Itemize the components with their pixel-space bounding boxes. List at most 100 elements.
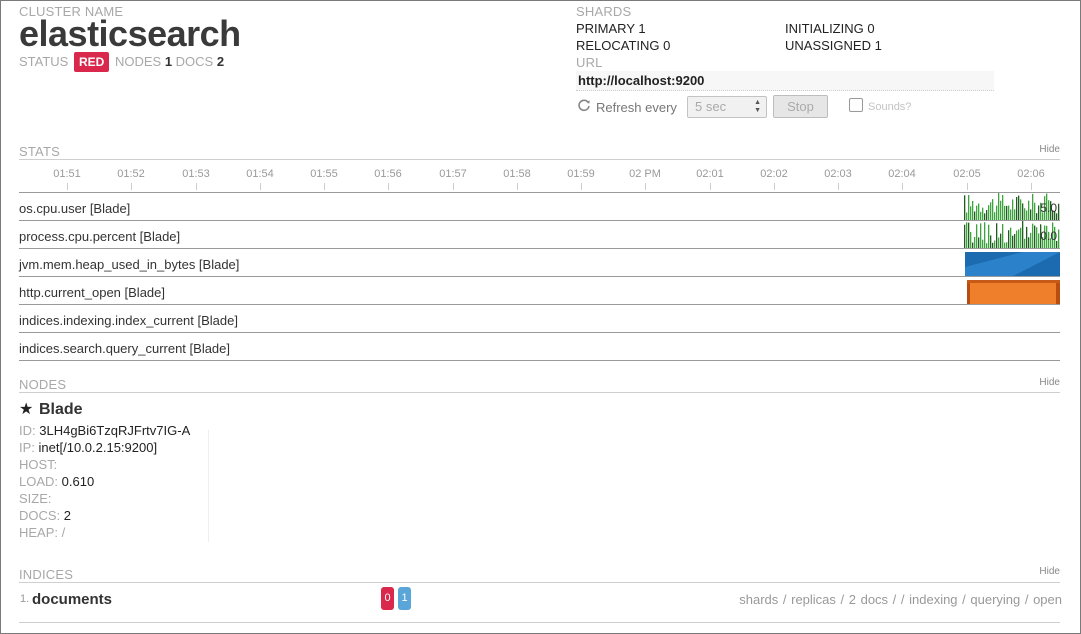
sparkline-bar	[998, 237, 1000, 248]
time-tick-label: 01:52	[117, 168, 145, 180]
sparkline-bar	[1002, 194, 1004, 220]
stats-divider	[19, 159, 1060, 160]
time-tick-label: 02:03	[824, 168, 852, 180]
sparkline-bar	[1008, 230, 1010, 248]
metric-row-jvm-heap: jvm.mem.heap_used_in_bytes [Blade]	[19, 257, 240, 272]
time-tick-label: 02:06	[1017, 168, 1045, 180]
sparkline-bar	[1036, 227, 1038, 248]
node-size-label: SIZE:	[19, 491, 52, 506]
time-tick-mark	[131, 183, 132, 190]
index-name[interactable]: documents	[32, 591, 112, 608]
sparkline-bar	[1026, 210, 1028, 220]
sparkline-bar	[1030, 209, 1032, 220]
sparkline-bar	[1006, 242, 1008, 248]
sparkline-bar	[1058, 203, 1060, 220]
time-tick-label: 01:55	[310, 168, 338, 180]
sparkline-bar	[970, 232, 972, 248]
metric-divider	[19, 360, 1060, 361]
indices-hide-link[interactable]: Hide	[1039, 566, 1060, 577]
node-docs-row: DOCS: 2	[19, 508, 71, 523]
time-tick-mark	[517, 183, 518, 190]
node-name[interactable]: Blade	[39, 401, 83, 419]
http-open-chart	[967, 280, 1060, 304]
sparkline-bar	[988, 205, 990, 220]
shard-badge-replica[interactable]: 1	[398, 587, 411, 610]
sparkline-bar	[1012, 235, 1014, 248]
sparkline-bar	[1026, 226, 1028, 248]
time-tick-mark	[581, 183, 582, 190]
sparkline-bar	[1036, 213, 1038, 220]
sparkline-bar	[994, 240, 996, 248]
sparkline-bar	[978, 203, 980, 220]
time-axis-line	[19, 192, 1060, 193]
shards-initializing: INITIALIZING 0	[785, 21, 875, 36]
sparkline-bar	[976, 205, 978, 220]
cpu-user-value: 5.0	[1040, 201, 1057, 215]
time-tick-mark	[324, 183, 325, 190]
sparkline-bar	[986, 210, 988, 220]
sparkline-bar	[1002, 224, 1004, 248]
sparkline-bar	[1006, 205, 1008, 220]
time-tick-label: 02:02	[760, 168, 788, 180]
docs-label: DOCS	[175, 54, 214, 69]
time-tick-mark	[838, 183, 839, 190]
sparkline-bar	[1014, 209, 1016, 220]
metric-row-os-cpu-user: os.cpu.user [Blade]	[19, 201, 131, 216]
sparkline-bar	[1000, 233, 1002, 248]
sparkline-bar	[982, 207, 984, 220]
sparkline-bar	[1034, 225, 1036, 248]
sparkline-bar	[972, 242, 974, 248]
node-docs-label: DOCS:	[19, 508, 61, 523]
master-star-icon: ★	[19, 401, 34, 418]
shard-badge-primary[interactable]: 0	[381, 587, 394, 610]
node-host-row: HOST:	[19, 457, 57, 472]
time-tick-mark	[453, 183, 454, 190]
sparkline-bar	[1030, 232, 1032, 248]
sparkline-bar	[1020, 199, 1022, 220]
time-tick-label: 01:58	[503, 168, 531, 180]
metric-divider	[19, 248, 1060, 249]
time-tick-mark	[260, 183, 261, 190]
time-tick-mark	[1031, 183, 1032, 190]
sparkline-bar	[966, 222, 968, 248]
time-tick-label: 01:59	[567, 168, 595, 180]
sparkline-bar	[976, 224, 978, 248]
time-tick-label: 02:04	[888, 168, 916, 180]
node-size-row: SIZE:	[19, 491, 52, 506]
time-tick-mark	[967, 183, 968, 190]
sparkline-bar	[1010, 209, 1012, 220]
node-docs-value: 2	[63, 508, 72, 523]
node-load-label: LOAD:	[19, 474, 59, 489]
url-input[interactable]: http://localhost:9200	[576, 71, 994, 91]
sparkline-bar	[968, 194, 970, 220]
sparkline-bar	[980, 211, 982, 220]
sparkline-bar	[990, 202, 992, 220]
node-heap-value: /	[61, 525, 66, 540]
index-stats: shards / replicas / 2 docs / / indexing …	[739, 592, 1062, 607]
node-column-divider	[208, 430, 209, 542]
index-number: 1.	[20, 593, 30, 605]
sparkline-bar	[974, 211, 976, 220]
refresh-interval-select[interactable]: 5 sec ▲ ▼	[687, 96, 767, 118]
sparkline-bar	[984, 222, 986, 248]
sounds-checkbox[interactable]	[849, 98, 863, 112]
time-tick-mark	[645, 183, 646, 190]
node-id-row: ID: 3LH4gBi6TzqRJFrtv7IG-A	[19, 423, 190, 438]
sparkline-bar	[974, 236, 976, 248]
stats-hide-link[interactable]: Hide	[1039, 144, 1060, 155]
metric-divider	[19, 332, 1060, 333]
stop-button[interactable]: Stop	[773, 95, 828, 118]
node-load-value: 0.610	[61, 474, 95, 489]
sparkline-bar	[1012, 199, 1014, 220]
sparkline-bar	[972, 200, 974, 220]
shards-primary: PRIMARY 1	[576, 21, 646, 36]
time-tick-label: 01:57	[439, 168, 467, 180]
sparkline-bar	[996, 205, 998, 220]
node-id-label: ID:	[19, 423, 36, 438]
time-tick-label: 02:05	[953, 168, 981, 180]
sparkline-bar	[992, 199, 994, 220]
refresh-icon	[578, 99, 590, 112]
sparkline-bar	[1000, 200, 1002, 220]
sparkline-bar	[978, 237, 980, 248]
nodes-hide-link[interactable]: Hide	[1039, 377, 1060, 388]
